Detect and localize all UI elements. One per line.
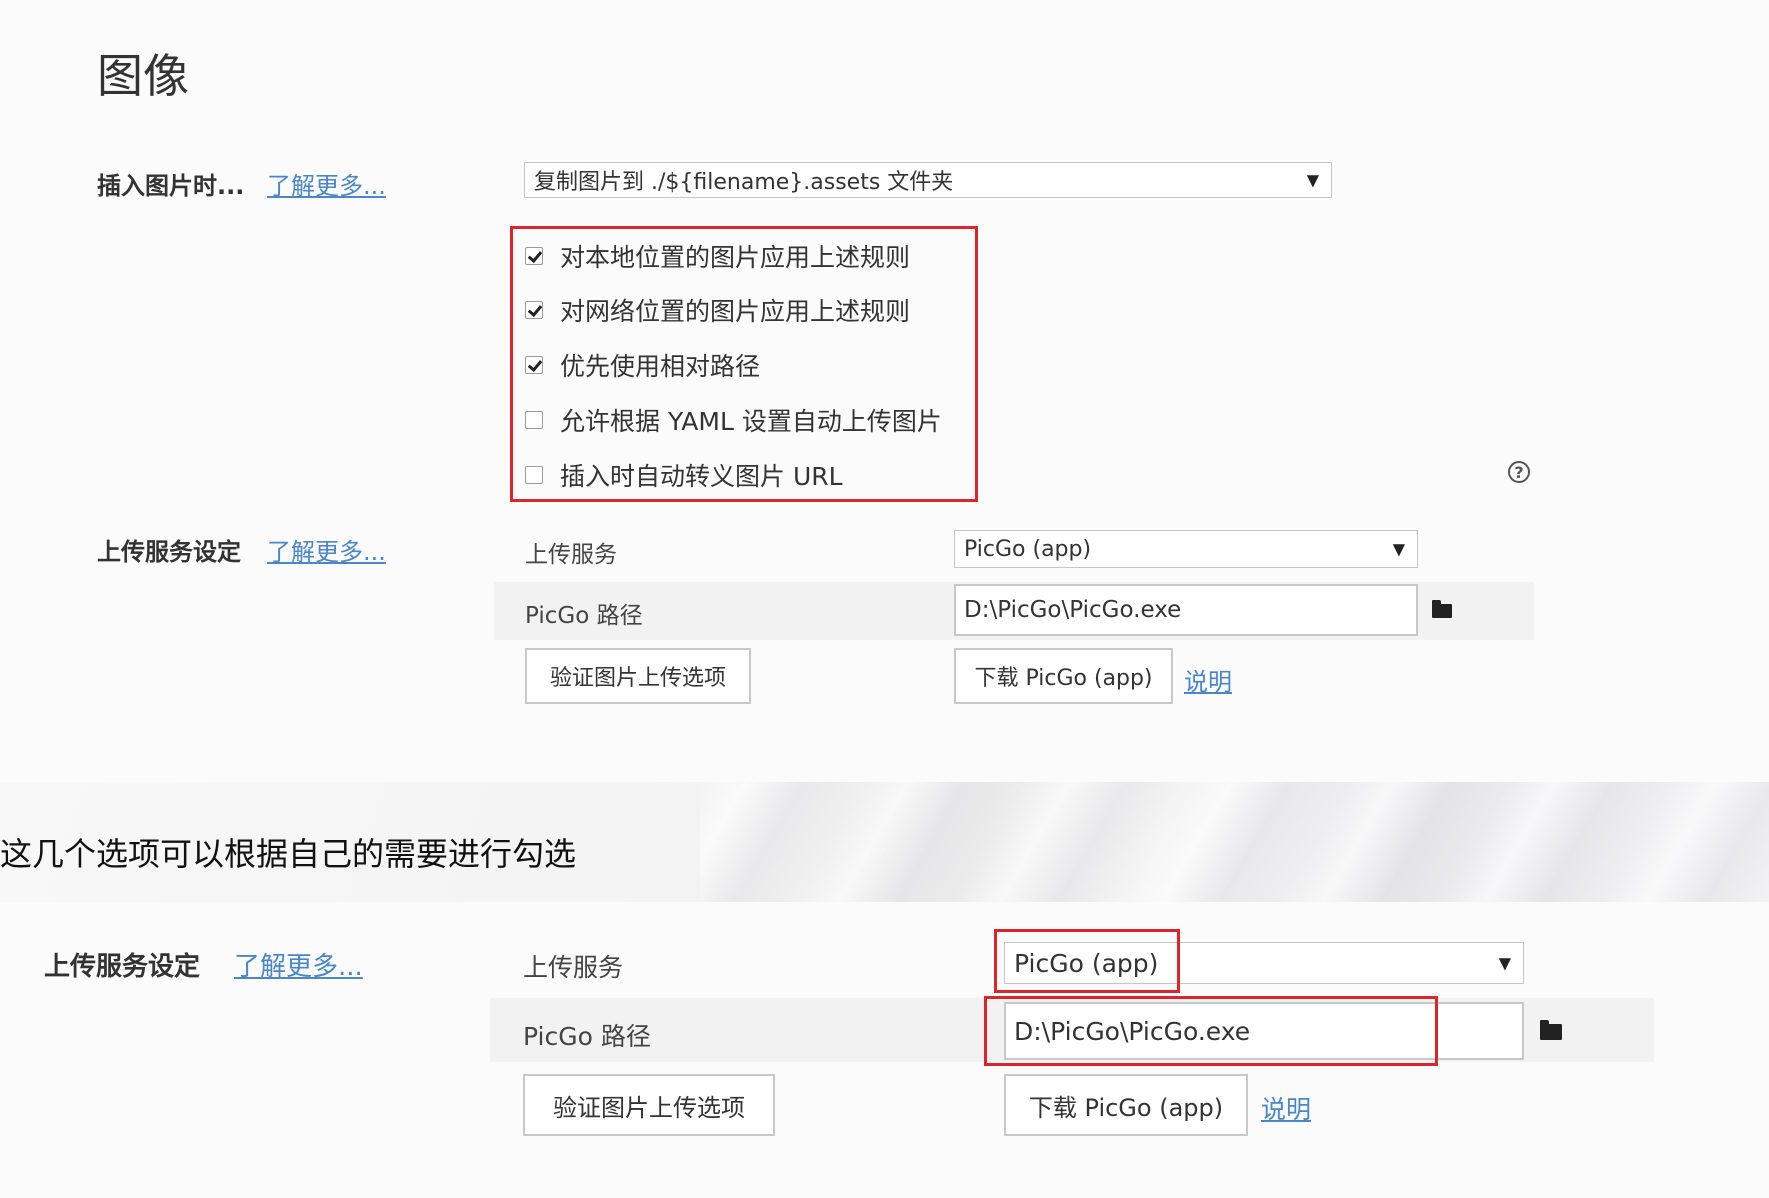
download-picgo-button[interactable]: 下载 PicGo (app): [954, 648, 1173, 704]
note-text: 这几个选项可以根据自己的需要进行勾选: [0, 835, 577, 873]
checkbox-label: 插入时自动转义图片 URL: [560, 462, 843, 491]
upload-settings-label: 上传服务设定: [44, 952, 201, 982]
upload-learn-more-link[interactable]: 了解更多...: [267, 532, 386, 567]
upload-service-label: 上传服务: [523, 953, 624, 982]
download-picgo-button[interactable]: 下载 PicGo (app): [1004, 1074, 1248, 1136]
insert-learn-more-link[interactable]: 了解更多...: [267, 166, 386, 201]
chevron-down-icon: ▼: [1498, 953, 1511, 973]
picgo-path-input[interactable]: D:\PicGo\PicGo.exe: [954, 584, 1418, 636]
folder-icon[interactable]: [1540, 1020, 1562, 1040]
checkbox-label: 对网络位置的图片应用上述规则: [560, 297, 911, 326]
path-highlight-box: [984, 996, 1438, 1066]
checkbox-row[interactable]: 允许根据 YAML 设置自动上传图片: [525, 402, 942, 438]
checkbox-label: 优先使用相对路径: [560, 352, 761, 381]
insert-image-label: 插入图片时...: [97, 172, 245, 200]
top-settings-panel: 图像 插入图片时... 了解更多... 复制图片到 ./${filename}.…: [0, 0, 1769, 782]
page-title: 图像: [97, 49, 189, 103]
checkbox-row[interactable]: 插入时自动转义图片 URL: [525, 457, 843, 493]
picgo-path-label: PicGo 路径: [523, 1022, 651, 1051]
upload-service-value: PicGo (app): [964, 536, 1092, 562]
folder-icon[interactable]: [1432, 600, 1452, 618]
checkbox-escape-url[interactable]: [525, 466, 543, 484]
checkbox-label: 对本地位置的图片应用上述规则: [560, 243, 911, 272]
help-icon[interactable]: ?: [1508, 461, 1530, 483]
verify-upload-button[interactable]: 验证图片上传选项: [525, 648, 751, 704]
checkbox-relative-path[interactable]: [525, 356, 543, 374]
checkbox-row[interactable]: 对网络位置的图片应用上述规则: [525, 292, 910, 328]
upload-service-select[interactable]: PicGo (app) ▼: [954, 530, 1418, 568]
checkbox-label: 允许根据 YAML 设置自动上传图片: [560, 407, 942, 436]
service-highlight-box: [994, 929, 1180, 993]
docs-link[interactable]: 说明: [1261, 1090, 1311, 1126]
checkbox-row[interactable]: 优先使用相对路径: [525, 347, 760, 383]
insert-image-select[interactable]: 复制图片到 ./${filename}.assets 文件夹 ▼: [524, 162, 1332, 198]
upload-learn-more-link[interactable]: 了解更多...: [234, 946, 363, 983]
checkbox-network-images[interactable]: [525, 301, 543, 319]
upload-service-label: 上传服务: [525, 542, 617, 568]
checkbox-row[interactable]: 对本地位置的图片应用上述规则: [525, 238, 910, 274]
verify-upload-button[interactable]: 验证图片上传选项: [523, 1074, 775, 1136]
chevron-down-icon: ▼: [1306, 170, 1319, 190]
insert-image-select-value: 复制图片到 ./${filename}.assets 文件夹: [534, 170, 954, 195]
checkbox-yaml-upload[interactable]: [525, 411, 543, 429]
chevron-down-icon: ▼: [1392, 539, 1405, 559]
bottom-settings-panel: 上传服务设定 了解更多... 上传服务 PicGo (app) ▼ PicGo …: [0, 902, 1769, 1198]
checkbox-local-images[interactable]: [525, 247, 543, 265]
picgo-path-label: PicGo 路径: [525, 603, 643, 629]
upload-settings-label: 上传服务设定: [97, 538, 241, 566]
docs-link[interactable]: 说明: [1184, 662, 1232, 697]
